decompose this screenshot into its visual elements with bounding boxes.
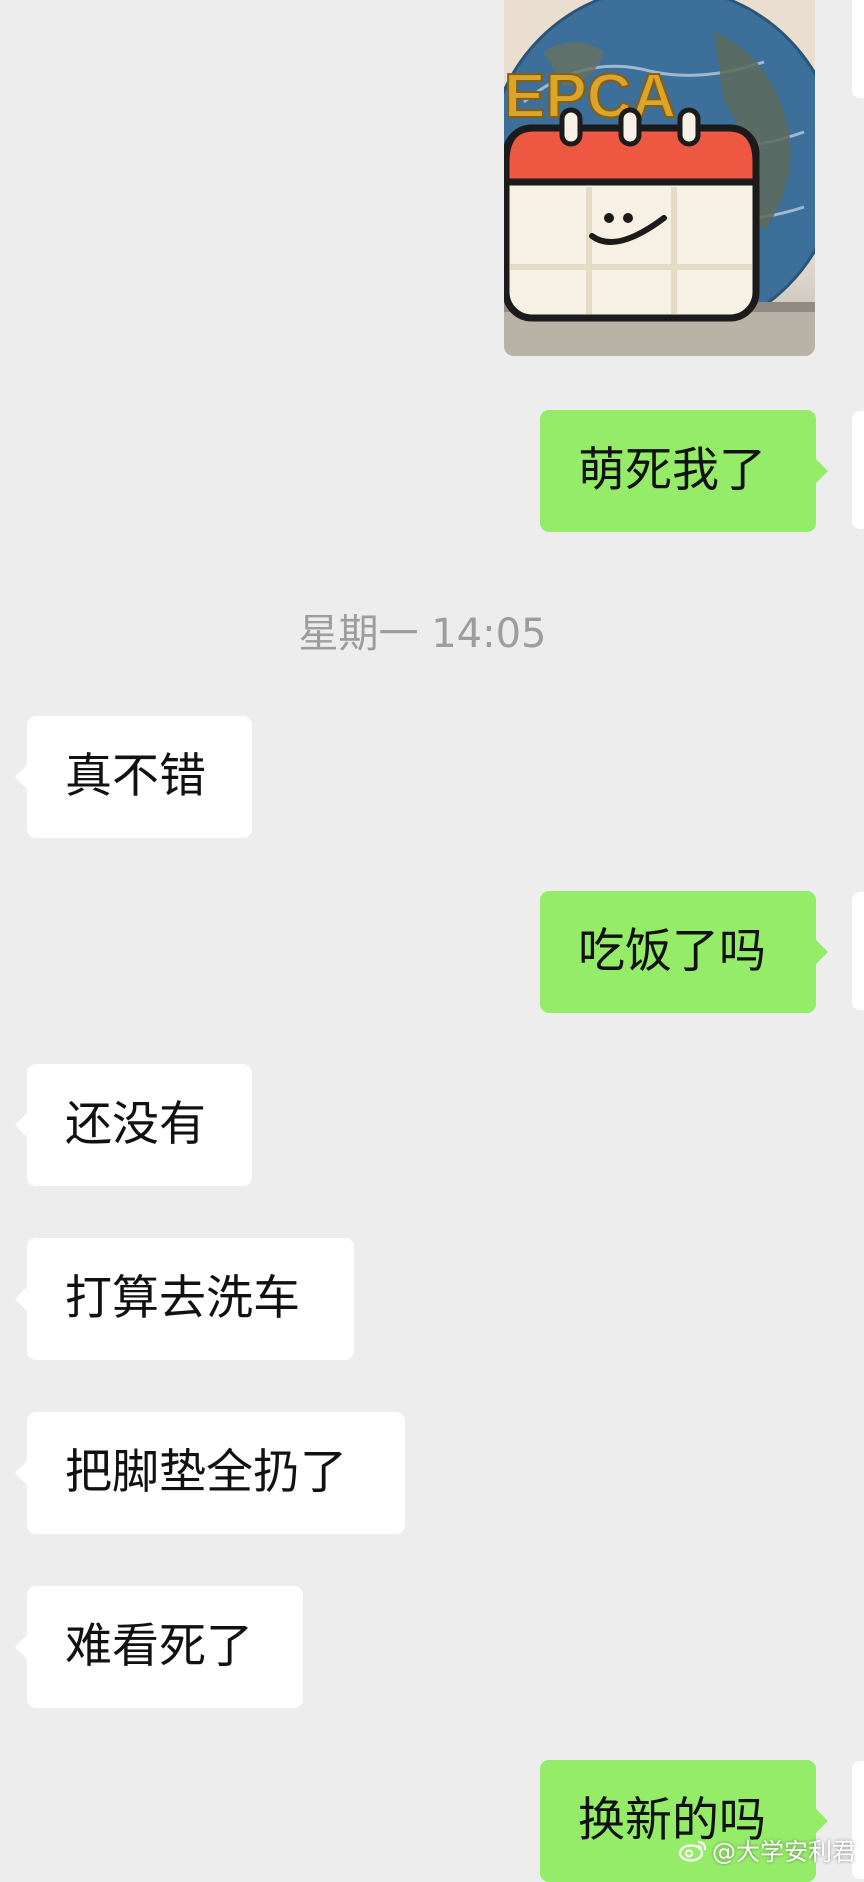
my-avatar[interactable] <box>852 0 864 98</box>
photo-image: EPCA <box>504 0 815 356</box>
calendar-sticker-icon <box>504 107 760 322</box>
my-avatar[interactable] <box>852 892 864 1010</box>
incoming-message-bubble[interactable]: 难看死了 <box>15 1586 303 1708</box>
incoming-message-bubble[interactable]: 还没有 <box>15 1064 252 1186</box>
watermark-text: @大学安利君 <box>712 1838 856 1866</box>
incoming-message-bubble[interactable]: 把脚垫全扔了 <box>15 1412 405 1534</box>
photo-sign-text: EPCA <box>504 62 676 131</box>
outgoing-message-bubble[interactable]: 萌死我了 <box>540 410 828 532</box>
my-avatar[interactable] <box>852 411 864 529</box>
weibo-icon <box>678 1840 707 1862</box>
outgoing-message-bubble[interactable]: 吃饭了吗 <box>540 891 828 1013</box>
incoming-message-bubble[interactable]: 真不错 <box>15 716 252 838</box>
watermark: @大学安利君 <box>678 1832 856 1867</box>
message-timestamp: 星期一 14:05 <box>298 611 547 657</box>
incoming-message-bubble[interactable]: 打算去洗车 <box>15 1238 354 1360</box>
photo-message[interactable]: EPCA <box>504 0 815 356</box>
